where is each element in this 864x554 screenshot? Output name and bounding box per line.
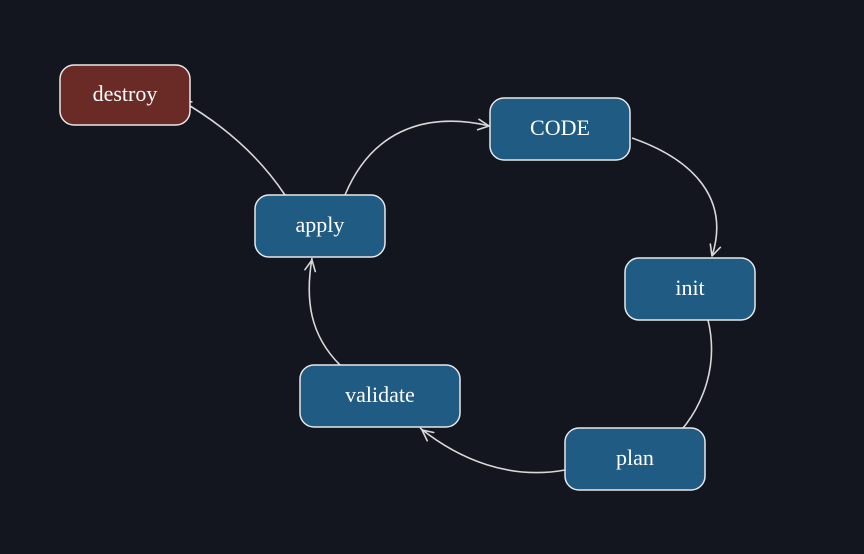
- edge-apply-to-destroy: [180, 100, 285, 195]
- node-plan-label: plan: [616, 445, 654, 470]
- diagram-canvas: destroy CODE apply init validate plan: [0, 0, 864, 554]
- node-validate-label: validate: [345, 382, 415, 407]
- node-apply: apply: [255, 195, 385, 257]
- node-apply-label: apply: [296, 212, 345, 237]
- node-init-label: init: [675, 275, 704, 300]
- edge-validate-to-apply: [309, 258, 340, 365]
- edge-code-to-init: [632, 138, 717, 256]
- node-destroy: destroy: [60, 65, 190, 125]
- node-plan: plan: [565, 428, 705, 490]
- node-validate: validate: [300, 365, 460, 427]
- edge-apply-to-code: [345, 121, 490, 195]
- node-init: init: [625, 258, 755, 320]
- edge-plan-to-validate: [420, 428, 565, 473]
- node-code: CODE: [490, 98, 630, 160]
- node-destroy-label: destroy: [93, 81, 158, 106]
- node-code-label: CODE: [530, 115, 590, 140]
